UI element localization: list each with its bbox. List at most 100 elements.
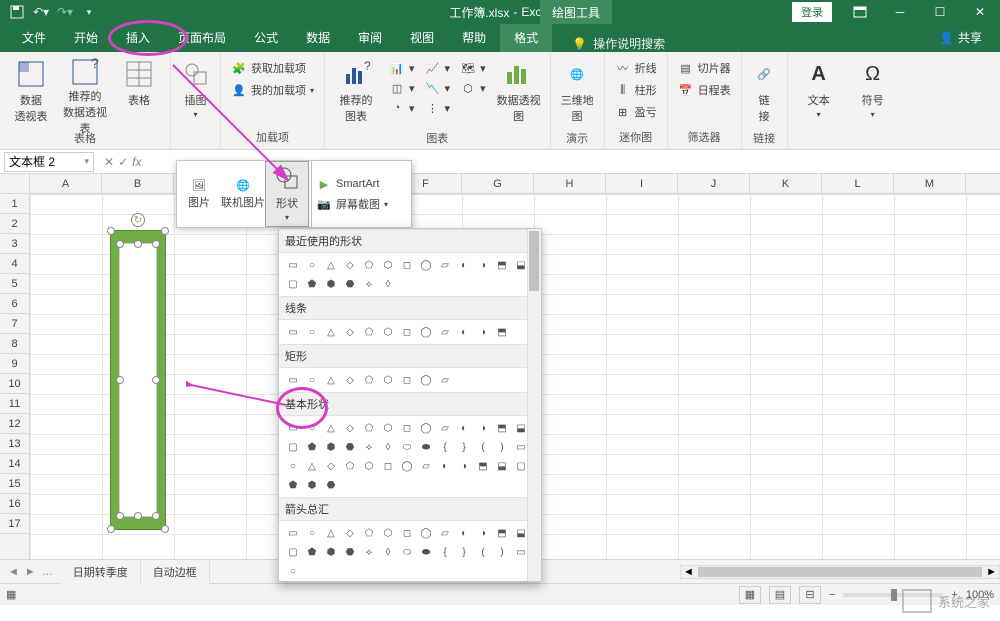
sheet-nav-more-icon[interactable]: … [42,566,53,578]
shape-option[interactable]: ⬣ [323,477,339,493]
col-header[interactable]: I [606,174,678,194]
resize-handle[interactable] [134,240,142,248]
shape-option[interactable]: ○ [304,324,320,340]
row-header[interactable]: 1 [0,194,29,214]
sheet-nav-prev-icon[interactable]: ◄ [8,566,19,578]
shape-option[interactable]: ⬒ [494,525,510,541]
shape-option[interactable]: ◐ [456,420,472,436]
select-all-corner[interactable] [0,174,30,194]
shape-option[interactable]: ) [494,439,510,455]
shape-option[interactable]: ⬒ [494,257,510,273]
shape-option[interactable]: ⬠ [361,420,377,436]
recommended-charts-button[interactable]: ?推荐的 图表 [331,58,381,130]
tab-view[interactable]: 视图 [396,23,448,52]
tab-page-layout[interactable]: 页面布局 [164,23,240,52]
chart-type-button[interactable]: 🗺▾ [456,58,490,78]
enter-icon[interactable]: ✓ [118,155,128,169]
smartart-button[interactable]: ▶SmartArt [312,174,411,194]
chart-type-button[interactable]: ◫▾ [385,78,419,98]
shape-option[interactable]: ◻ [399,420,415,436]
shape-option[interactable]: ◊ [380,544,396,560]
chart-type-button[interactable]: 📈▾ [421,58,455,78]
row-header[interactable]: 12 [0,414,29,434]
resize-handle[interactable] [161,525,169,533]
shape-option[interactable]: ○ [304,420,320,436]
chart-type-button[interactable]: ◔▾ [385,98,419,118]
tab-formulas[interactable]: 公式 [240,23,292,52]
resize-handle[interactable] [152,376,160,384]
shape-option[interactable]: ⬡ [380,525,396,541]
shape-option[interactable]: ⬟ [304,439,320,455]
shape-option[interactable]: ◻ [399,372,415,388]
link-button[interactable]: 🔗链 接 [748,58,781,130]
pivot-chart-button[interactable]: 数据透视图 [494,58,544,130]
shape-option[interactable]: ⬢ [323,544,339,560]
shape-option[interactable]: ◻ [399,525,415,541]
resize-handle[interactable] [161,227,169,235]
shape-option[interactable]: ⬠ [342,458,358,474]
shape-option[interactable]: ⬢ [323,439,339,455]
shape-option[interactable]: ⬟ [304,544,320,560]
col-header[interactable]: K [750,174,822,194]
shape-option[interactable]: ◑ [475,525,491,541]
chevron-down-icon[interactable]: ▾ [84,156,89,167]
inner-textbox-shape[interactable] [119,243,157,517]
shape-option[interactable]: ◯ [418,525,434,541]
row-header[interactable]: 8 [0,334,29,354]
shape-option[interactable]: ◐ [456,525,472,541]
sheet-tab[interactable]: 日期转季度 [61,560,141,584]
row-header[interactable]: 3 [0,234,29,254]
page-break-view-button[interactable]: ⊟ [799,586,821,604]
shape-option[interactable]: ⬒ [494,420,510,436]
shape-option[interactable]: △ [323,372,339,388]
shape-option[interactable]: ◑ [475,420,491,436]
shape-option[interactable]: ○ [285,563,301,579]
shape-option[interactable]: △ [323,525,339,541]
shape-option[interactable]: △ [323,324,339,340]
shape-option[interactable]: ⬢ [304,477,320,493]
shape-option[interactable]: ( [475,439,491,455]
shape-option[interactable]: { [437,544,453,560]
sheet-tab[interactable]: 自动边框 [141,560,210,584]
shape-option[interactable]: ▱ [418,458,434,474]
shape-option[interactable]: ◯ [418,372,434,388]
shape-option[interactable]: ⬒ [475,458,491,474]
minimize-icon[interactable]: ─ [880,0,920,24]
shape-option[interactable]: ◯ [418,257,434,273]
shape-option[interactable]: ○ [285,458,301,474]
row-header[interactable]: 6 [0,294,29,314]
row-header[interactable]: 5 [0,274,29,294]
qat-customize-icon[interactable]: ▾ [80,3,98,21]
shape-option[interactable]: ◑ [456,458,472,474]
shape-option[interactable]: ◑ [475,257,491,273]
shape-option[interactable]: ⬒ [494,324,510,340]
ribbon-display-icon[interactable] [840,0,880,24]
shape-option[interactable]: ◇ [342,420,358,436]
share-button[interactable]: 👤 共享 [929,23,992,52]
shape-option[interactable]: ▢ [285,276,301,292]
resize-handle[interactable] [107,525,115,533]
page-layout-view-button[interactable]: ▤ [769,586,791,604]
shape-option[interactable]: ◐ [456,324,472,340]
shape-option[interactable]: ⬟ [304,276,320,292]
shape-option[interactable]: ◯ [399,458,415,474]
tab-data[interactable]: 数据 [292,23,344,52]
close-icon[interactable]: ✕ [960,0,1000,24]
row-header[interactable]: 9 [0,354,29,374]
shape-option[interactable]: ▱ [437,525,453,541]
chart-type-button[interactable]: 📉▾ [421,78,455,98]
shape-option[interactable]: ◑ [475,324,491,340]
tab-home[interactable]: 开始 [60,23,112,52]
shape-option[interactable]: ◯ [418,420,434,436]
resize-handle[interactable] [152,512,160,520]
shape-option[interactable]: ⬭ [399,544,415,560]
shape-option[interactable]: ◇ [342,372,358,388]
tell-me-search[interactable]: 💡 操作说明搜索 [572,35,665,52]
illustrations-button[interactable]: 插图▾ [177,58,214,130]
shape-option[interactable]: ⬬ [418,439,434,455]
shape-option[interactable]: ◻ [380,458,396,474]
sparkline-column-button[interactable]: ⫼柱形 [611,80,661,100]
shape-option[interactable]: ◇ [323,458,339,474]
shape-option[interactable]: ◐ [437,458,453,474]
shape-option[interactable]: { [437,439,453,455]
